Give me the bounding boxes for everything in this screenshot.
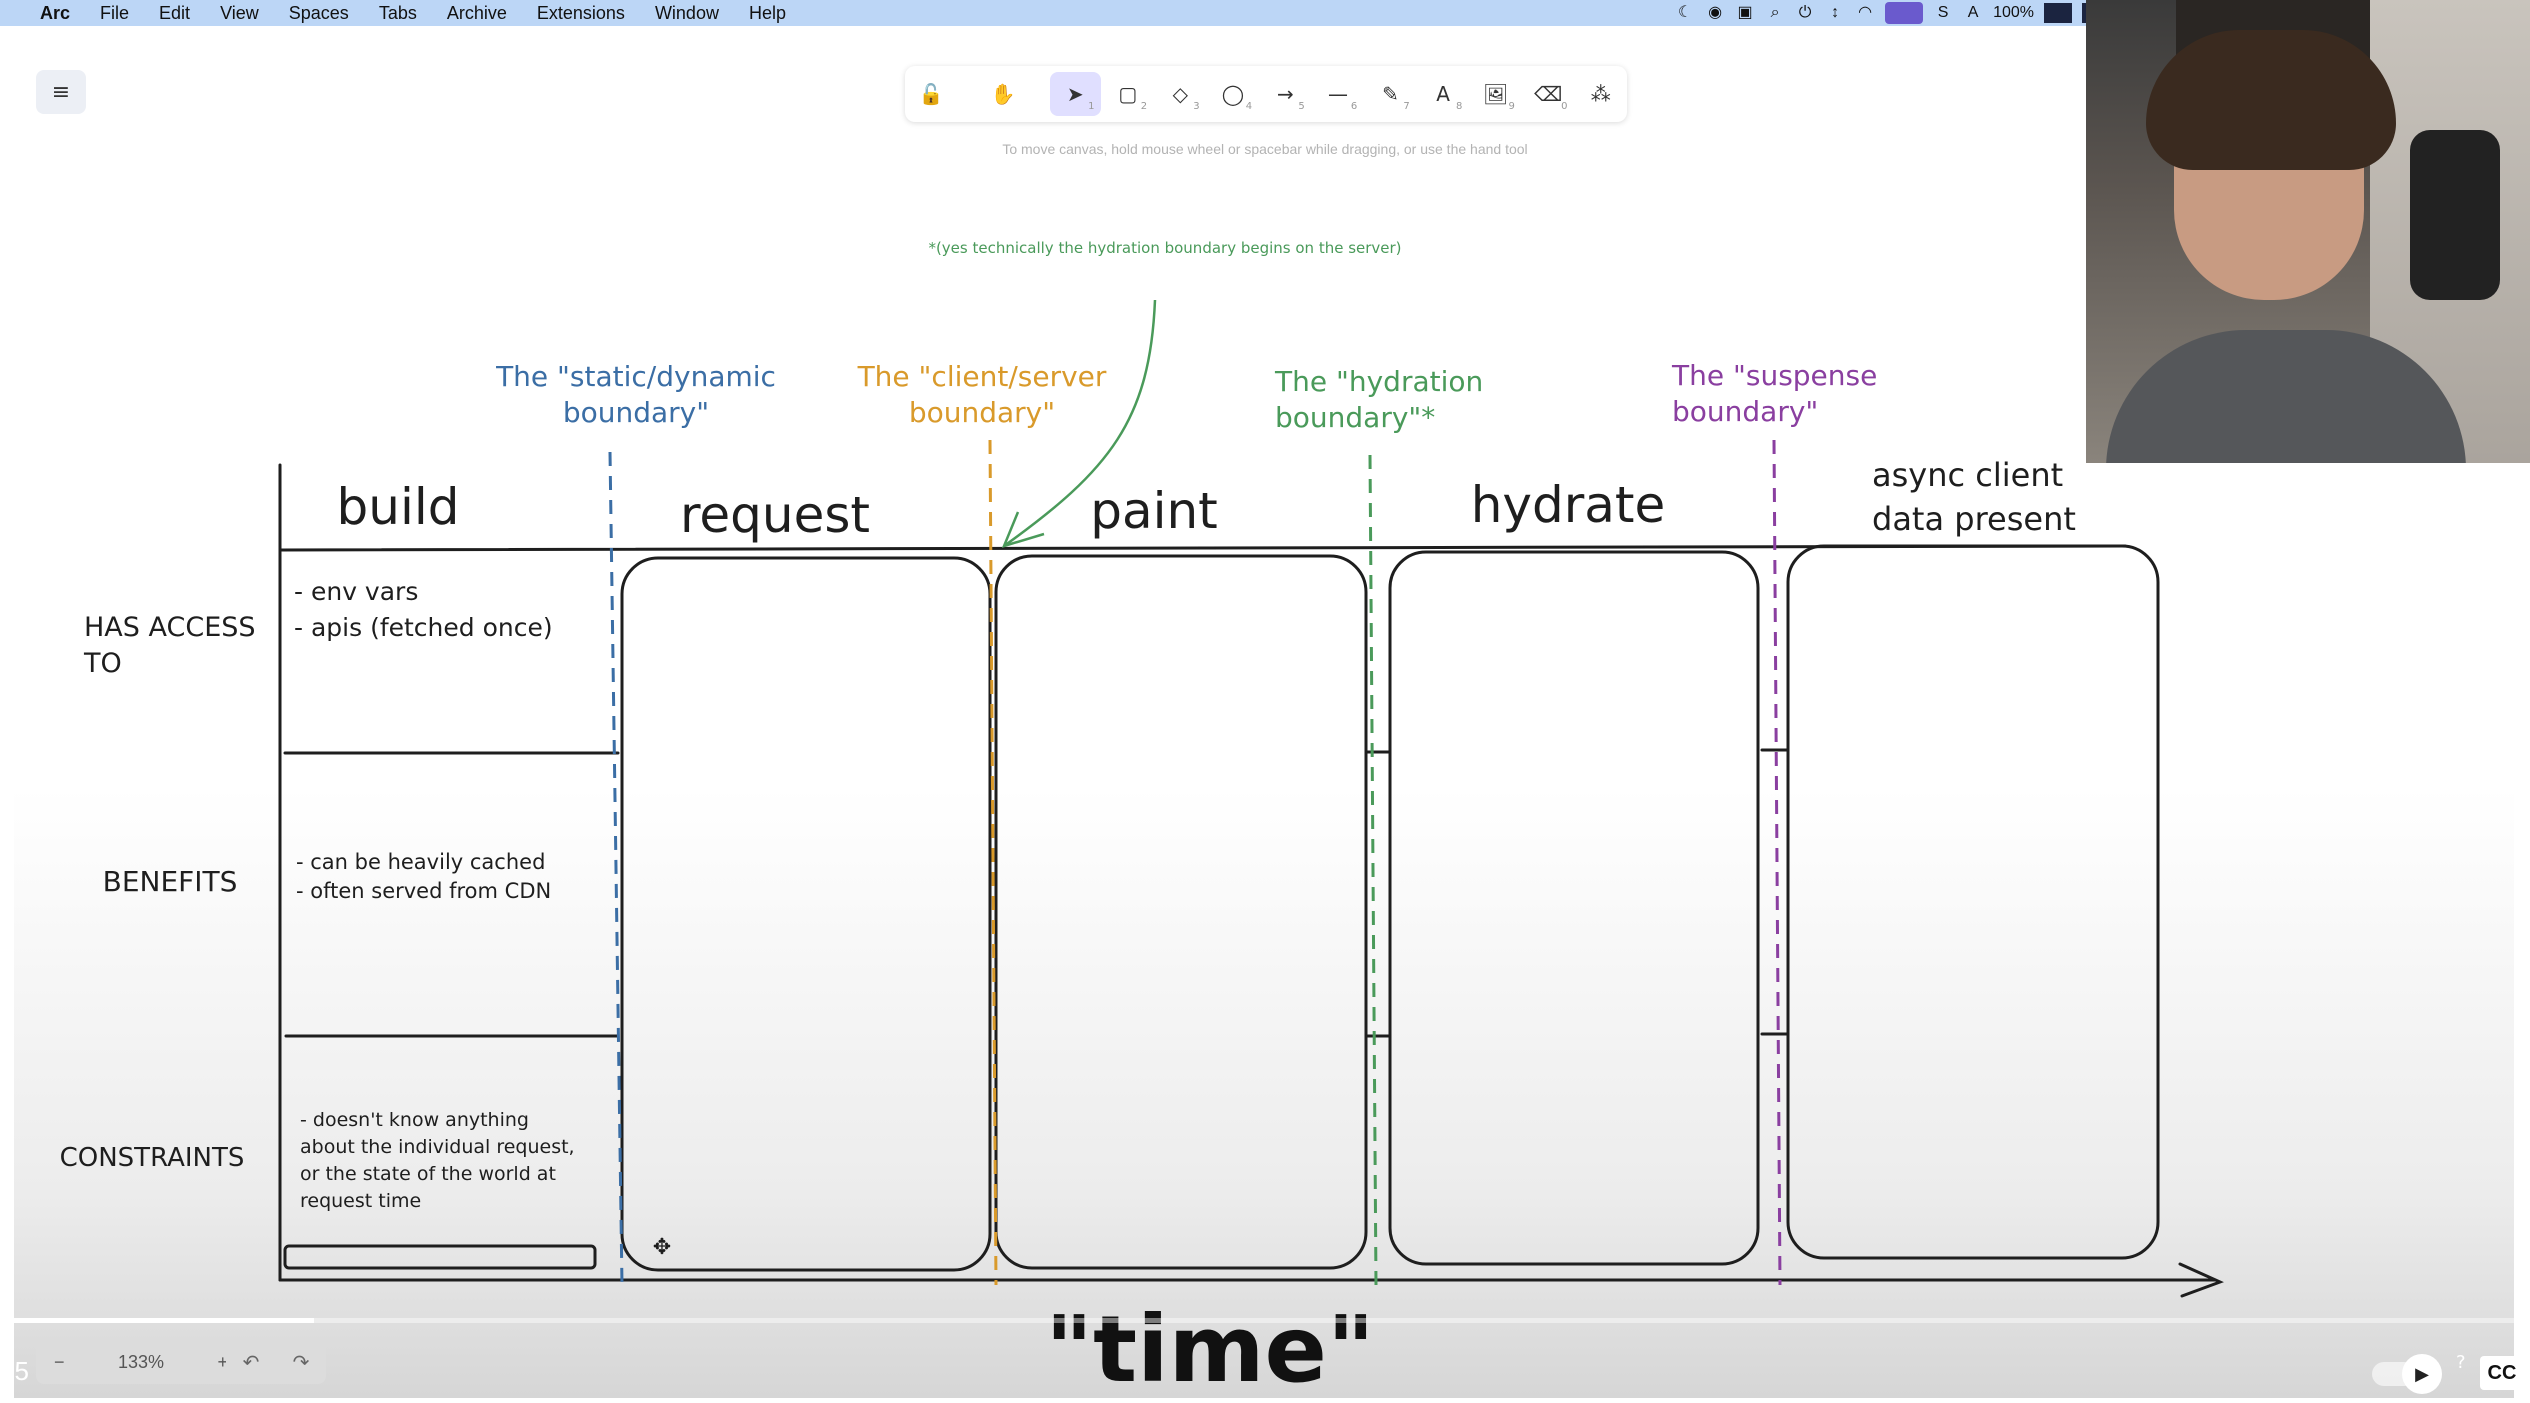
column-request: request bbox=[680, 486, 870, 544]
build-benefits-text: - can be heavily cached - often served f… bbox=[296, 850, 552, 903]
play-button[interactable]: ▶ bbox=[2402, 1354, 2442, 1394]
hydration-boundary-label: The "hydration boundary"* bbox=[1274, 365, 1483, 434]
redo-icon[interactable]: ↷ bbox=[293, 1350, 310, 1374]
zoom-out-button[interactable]: − bbox=[36, 1352, 83, 1373]
suspense-boundary-line bbox=[1772, 439, 1782, 1286]
time-axis-label: "time" bbox=[1045, 1296, 1375, 1403]
move-cursor-icon: ✥ bbox=[653, 1235, 671, 1260]
request-column-box[interactable] bbox=[620, 556, 992, 1272]
column-paint: paint bbox=[1090, 482, 1218, 540]
column-build: build bbox=[337, 478, 460, 536]
build-access-text: - env vars - apis (fetched once) bbox=[294, 577, 553, 642]
closed-captions-button[interactable]: CC bbox=[2480, 1356, 2524, 1390]
client-server-boundary-label: The "client/server boundary" bbox=[857, 360, 1107, 429]
presenter-hair bbox=[2146, 30, 2396, 170]
zoom-level[interactable]: 133% bbox=[100, 1352, 182, 1373]
hydrate-column-box[interactable] bbox=[1388, 550, 1760, 1266]
column-hydrate: hydrate bbox=[1471, 476, 1666, 534]
paint-column-box[interactable] bbox=[994, 554, 1368, 1270]
undo-icon[interactable]: ↶ bbox=[243, 1350, 260, 1374]
video-progress-bar[interactable] bbox=[0, 1318, 2530, 1323]
zoom-controls: − 133% + bbox=[36, 1340, 246, 1384]
row-constraints: CONSTRAINTS bbox=[60, 1143, 245, 1173]
build-constraints-text: - doesn't know anything about the indivi… bbox=[300, 1109, 581, 1212]
suspense-boundary-label: The "suspense boundary" bbox=[1671, 359, 1877, 428]
help-icon[interactable]: ? bbox=[2456, 1352, 2466, 1373]
build-bottom-box bbox=[283, 1244, 597, 1270]
video-timestamp: 45 bbox=[0, 1356, 29, 1386]
webcam-overlay bbox=[2086, 0, 2530, 463]
history-controls: ↶ ↷ bbox=[226, 1340, 326, 1384]
row-has-access-to: HAS ACCESS TO bbox=[83, 612, 256, 679]
column-async-client-data-present: async client data present bbox=[1872, 456, 2076, 538]
video-progress-fill bbox=[0, 1318, 314, 1323]
async-column-box[interactable] bbox=[1786, 544, 2160, 1260]
office-chair bbox=[2410, 130, 2500, 300]
hydration-boundary-line bbox=[1368, 454, 1378, 1286]
row-benefits: BENEFITS bbox=[103, 865, 238, 898]
static-dynamic-boundary-line bbox=[608, 451, 624, 1286]
hydration-note: *(yes technically the hydration boundary… bbox=[928, 239, 1401, 257]
static-dynamic-boundary-label: The "static/dynamic boundary" bbox=[495, 360, 776, 429]
